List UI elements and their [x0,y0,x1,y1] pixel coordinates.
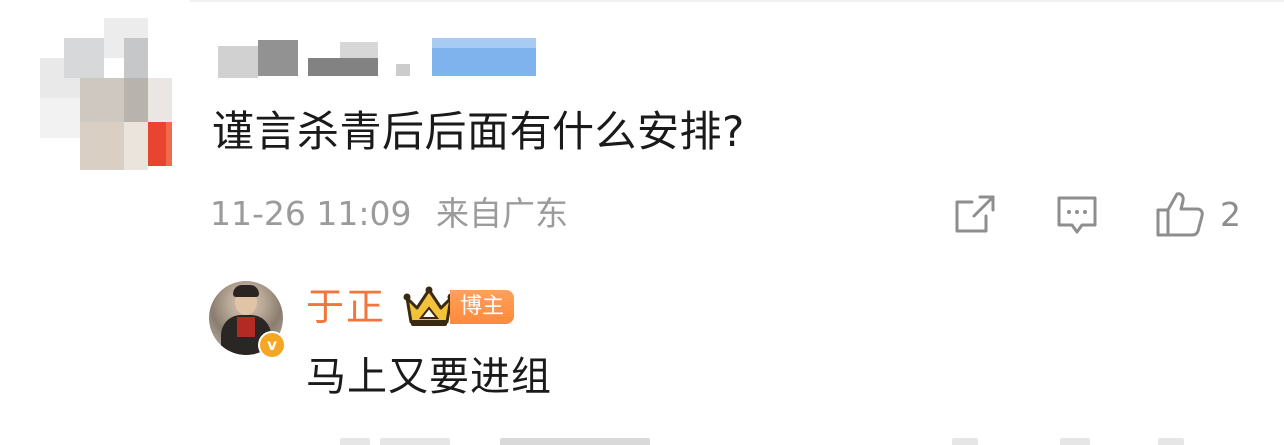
like-count: 2 [1220,195,1241,234]
next-row-cutoff [340,432,1284,445]
comment-location: 来自广东 [435,194,568,233]
comment-icon[interactable] [1055,194,1099,238]
comment-timestamp: 11-26 11:09 [210,194,412,233]
verified-badge-icon: v [258,331,286,359]
crown-icon [403,286,455,328]
reply-text: 马上又要进组 [306,354,552,400]
comment-meta: 11-26 11:09 来自广东 [210,192,568,236]
avatar-hair [233,285,259,297]
comment-text: 谨言杀青后后面有什么安排? [212,107,745,156]
share-icon[interactable] [952,194,996,234]
commenter-username-blurred[interactable] [210,38,540,80]
blogger-badge: 博主 [450,290,515,324]
reply-author-name[interactable]: 于正 [306,283,386,331]
thumbs-up-icon[interactable] [1155,190,1205,238]
commenter-avatar-blurred[interactable] [40,18,172,170]
top-divider [190,0,1284,2]
avatar-scarf [237,317,255,337]
